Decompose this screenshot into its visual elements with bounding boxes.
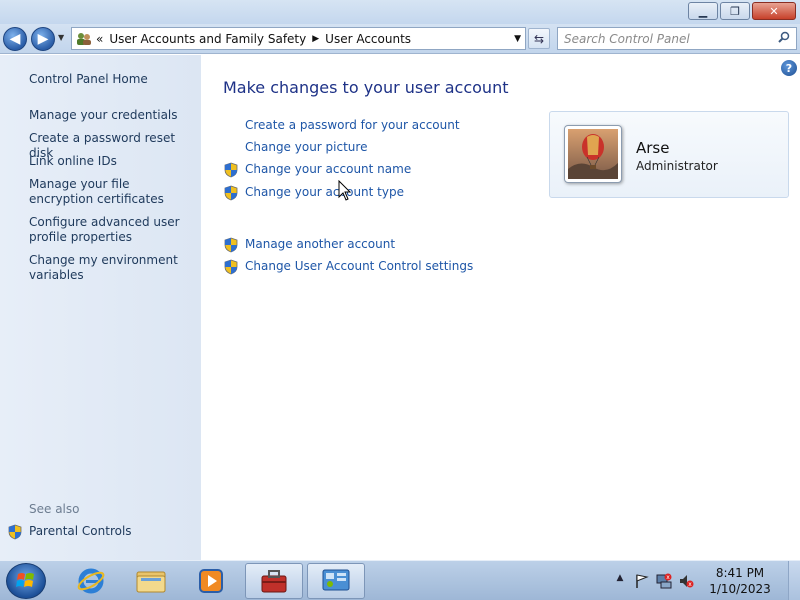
account-picture[interactable] bbox=[564, 125, 622, 183]
media-player-taskbar-button[interactable] bbox=[182, 563, 240, 599]
address-dropdown-icon[interactable]: ▼ bbox=[514, 34, 521, 44]
svg-text:x: x bbox=[688, 581, 692, 588]
change-picture-link[interactable]: Change your picture bbox=[245, 140, 367, 154]
maximize-button[interactable]: ❐ bbox=[720, 2, 750, 20]
page-title: Make changes to your user account bbox=[223, 78, 509, 97]
breadcrumb-user-accounts-family-safety[interactable]: User Accounts and Family Safety bbox=[109, 32, 306, 46]
account-card: Arse Administrator bbox=[549, 111, 789, 198]
clock-date: 1/10/2023 bbox=[709, 582, 771, 596]
sidebar-item-control-panel-home[interactable]: Control Panel Home bbox=[29, 72, 194, 87]
sidebar-item-manage-credentials[interactable]: Manage your credentials bbox=[29, 108, 194, 123]
breadcrumb-arrow-icon[interactable]: ▶ bbox=[312, 34, 319, 44]
navigation-bar: ◀ ▶ ▼ « User Accounts and Family Safety … bbox=[0, 24, 800, 54]
shield-icon bbox=[224, 259, 238, 275]
control-panel-icon bbox=[322, 569, 350, 591]
address-bar[interactable]: « User Accounts and Family Safety ▶ User… bbox=[71, 27, 526, 50]
uac-settings-link[interactable]: Change User Account Control settings bbox=[245, 259, 473, 273]
sidebar: Control Panel Home Manage your credentia… bbox=[0, 55, 201, 560]
refresh-button[interactable]: ⇆ bbox=[528, 28, 550, 49]
taskbar: ▲ x x 8:41 PM 1/10/2023 bbox=[0, 560, 800, 600]
shield-icon bbox=[224, 162, 238, 178]
create-password-link[interactable]: Create a password for your account bbox=[245, 118, 460, 132]
window-controls: ▁ ❐ ✕ bbox=[688, 2, 796, 20]
sidebar-item-file-encryption[interactable]: Manage your file encryption certificates bbox=[29, 177, 194, 207]
clock-time: 8:41 PM bbox=[715, 566, 765, 580]
breadcrumb-prefix[interactable]: « bbox=[96, 32, 103, 46]
media-player-icon bbox=[199, 569, 223, 593]
account-name: Arse bbox=[636, 139, 670, 157]
search-input[interactable]: Search Control Panel bbox=[557, 27, 797, 50]
change-account-type-link[interactable]: Change your account type bbox=[245, 185, 404, 199]
start-button[interactable] bbox=[6, 563, 46, 599]
network-disconnected-icon[interactable]: x bbox=[656, 573, 672, 589]
close-button[interactable]: ✕ bbox=[752, 2, 796, 20]
search-placeholder: Search Control Panel bbox=[564, 32, 690, 46]
windows-explorer-taskbar-button[interactable] bbox=[122, 563, 180, 599]
breadcrumb-user-accounts[interactable]: User Accounts bbox=[325, 32, 411, 46]
shield-icon bbox=[224, 237, 238, 253]
manage-another-account-link[interactable]: Manage another account bbox=[245, 237, 395, 251]
forward-button[interactable]: ▶ bbox=[31, 27, 55, 51]
back-button[interactable]: ◀ bbox=[3, 27, 27, 51]
show-desktop-button[interactable] bbox=[788, 561, 800, 600]
sidebar-item-environment-variables[interactable]: Change my environment variables bbox=[29, 253, 194, 283]
sidebar-item-parental-controls[interactable]: Parental Controls bbox=[29, 524, 194, 539]
search-icon[interactable] bbox=[778, 31, 790, 43]
change-account-name-link[interactable]: Change your account name bbox=[245, 162, 411, 176]
mouse-cursor-icon bbox=[338, 180, 352, 201]
minimize-button[interactable]: ▁ bbox=[688, 2, 718, 20]
sidebar-item-advanced-profile[interactable]: Configure advanced user profile properti… bbox=[29, 215, 194, 245]
see-also-heading: See also bbox=[29, 502, 80, 516]
hot-air-balloon-icon bbox=[568, 129, 618, 179]
taskbar-clock[interactable]: 8:41 PM 1/10/2023 bbox=[700, 565, 780, 597]
folder-icon bbox=[136, 571, 166, 593]
account-role: Administrator bbox=[636, 159, 718, 173]
control-panel-taskbar-button[interactable] bbox=[307, 563, 365, 599]
toolbox-icon bbox=[261, 570, 287, 593]
user-accounts-icon bbox=[77, 32, 91, 45]
toolbox-taskbar-button[interactable] bbox=[245, 563, 303, 599]
system-tray: ▲ x x 8:41 PM 1/10/2023 bbox=[612, 561, 800, 600]
sidebar-item-link-online-ids[interactable]: Link online IDs bbox=[29, 154, 194, 169]
svg-text:x: x bbox=[666, 574, 670, 581]
internet-explorer-taskbar-button[interactable] bbox=[62, 563, 120, 599]
show-hidden-icons-button[interactable]: ▲ bbox=[612, 573, 628, 589]
action-center-flag-icon[interactable] bbox=[634, 573, 650, 589]
window-titlebar: ▁ ❐ ✕ bbox=[0, 0, 800, 24]
recent-pages-dropdown[interactable]: ▼ bbox=[58, 33, 64, 42]
volume-muted-icon[interactable]: x bbox=[678, 573, 694, 589]
shield-icon bbox=[224, 185, 238, 201]
windows-logo-icon bbox=[16, 573, 34, 587]
main-content: ? Make changes to your user account Crea… bbox=[201, 55, 800, 560]
help-icon[interactable]: ? bbox=[781, 60, 797, 76]
internet-explorer-icon bbox=[77, 568, 105, 594]
shield-icon bbox=[8, 524, 22, 540]
